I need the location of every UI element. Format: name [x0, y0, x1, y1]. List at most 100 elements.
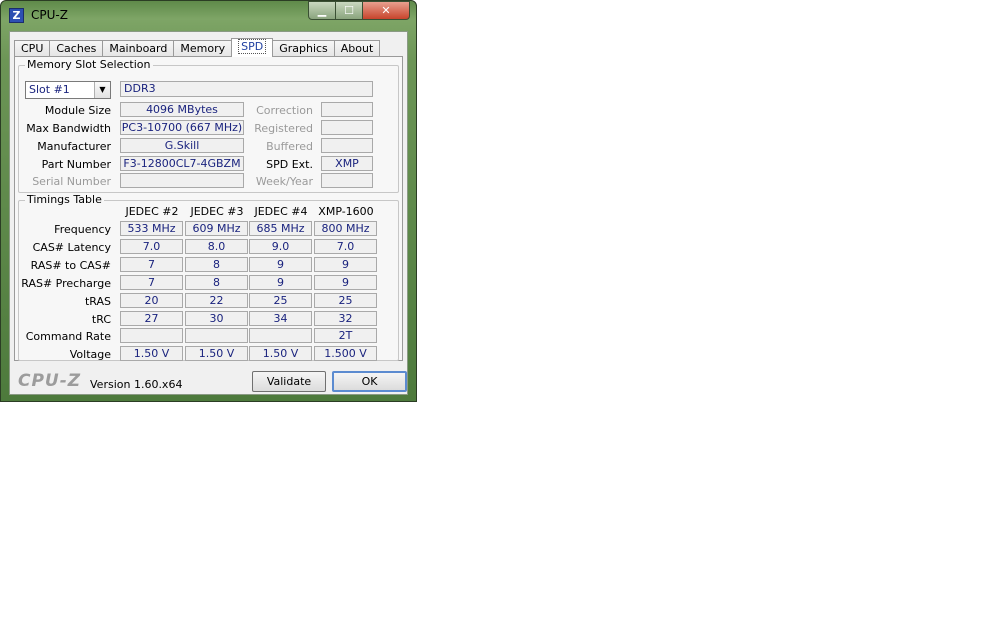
caption-buttons: ▁ ☐ ✕ [308, 1, 410, 20]
timings-cell: 9 [314, 275, 377, 290]
tab-strip: CPU Caches Mainboard Memory SPD Graphics… [14, 38, 381, 57]
timings-column-header: JEDEC #2 [125, 205, 179, 218]
timings-cell [249, 328, 312, 343]
memory-type-field: DDR3 [120, 81, 373, 97]
cpuz-logo: CPU-Z [18, 371, 82, 391]
timings-cell: 7 [120, 275, 183, 290]
title-bar[interactable]: Z CPU-Z ▁ ☐ ✕ [1, 1, 416, 29]
registered-label: Registered [254, 122, 313, 135]
chevron-down-icon[interactable]: ▼ [94, 82, 110, 98]
timings-column-header: JEDEC #4 [254, 205, 308, 218]
timings-row-label: Command Rate [25, 330, 111, 343]
timings-cell: 34 [249, 311, 312, 326]
tab-spd[interactable]: SPD [231, 38, 274, 57]
timings-cell: 9 [249, 257, 312, 272]
timings-cell: 8 [185, 257, 248, 272]
spd-ext-label: SPD Ext. [266, 158, 313, 171]
max-bandwidth-label: Max Bandwidth [26, 122, 111, 135]
registered-value [321, 120, 373, 135]
timings-row-label: CAS# Latency [32, 241, 111, 254]
buffered-label: Buffered [266, 140, 313, 153]
cpuz-window: Z CPU-Z ▁ ☐ ✕ CPU Caches Mainboard Memor… [0, 0, 417, 402]
cpuz-app-icon[interactable]: Z [9, 8, 24, 23]
timings-cell: 8.0 [185, 239, 248, 254]
week-year-label: Week/Year [255, 175, 313, 188]
timings-row-label: tRC [91, 313, 111, 326]
client-area: CPU Caches Mainboard Memory SPD Graphics… [9, 31, 408, 395]
timings-row-label: RAS# to CAS# [30, 259, 111, 272]
tab-label: Memory [180, 42, 226, 55]
manufacturer-value: G.Skill [120, 138, 244, 153]
timings-cell: 7 [120, 257, 183, 272]
version-label: Version 1.60.x64 [90, 378, 183, 391]
timings-row-label: RAS# Precharge [21, 277, 111, 290]
timings-row-label: Frequency [54, 223, 111, 236]
tab-label: CPU [21, 42, 44, 55]
validate-button[interactable]: Validate [252, 371, 326, 392]
timings-cell: 9 [314, 257, 377, 272]
tab-label: About [340, 42, 374, 55]
tab-mainboard[interactable]: Mainboard [102, 40, 175, 57]
timings-cell: 8 [185, 275, 248, 290]
max-bandwidth-value: PC3-10700 (667 MHz) [120, 120, 244, 135]
timings-cell: 25 [249, 293, 312, 308]
timings-cell: 30 [185, 311, 248, 326]
close-icon: ✕ [381, 4, 391, 17]
tab-label: SPD [238, 39, 267, 54]
timings-column-header: XMP-1600 [318, 205, 374, 218]
timings-cell: 1.50 V [120, 346, 183, 361]
timings-cell: 1.500 V [314, 346, 377, 361]
timings-cell: 800 MHz [314, 221, 377, 236]
minimize-button[interactable]: ▁ [308, 1, 336, 20]
group-title: Timings Table [25, 193, 104, 206]
group-title: Memory Slot Selection [25, 58, 153, 71]
minimize-icon: ▁ [317, 4, 327, 17]
tab-graphics[interactable]: Graphics [272, 40, 335, 57]
timings-row-label: Voltage [69, 348, 111, 361]
manufacturer-label: Manufacturer [37, 140, 111, 153]
slot-select[interactable]: Slot #1 ▼ [25, 81, 111, 99]
spd-tab-pane: Memory Slot Selection Slot #1 ▼ DDR3 Mod… [14, 56, 403, 361]
correction-label: Correction [256, 104, 313, 117]
part-number-label: Part Number [41, 158, 111, 171]
spd-ext-value: XMP [321, 156, 373, 171]
timings-cell: 22 [185, 293, 248, 308]
timings-column-header: JEDEC #3 [190, 205, 244, 218]
timings-cell: 9 [249, 275, 312, 290]
correction-value [321, 102, 373, 117]
maximize-button[interactable]: ☐ [336, 1, 363, 20]
tab-about[interactable]: About [333, 40, 381, 57]
timings-cell: 533 MHz [120, 221, 183, 236]
tab-label: Caches [56, 42, 97, 55]
timings-cell: 20 [120, 293, 183, 308]
maximize-icon: ☐ [344, 4, 354, 17]
timings-cell: 27 [120, 311, 183, 326]
memory-slot-group: Memory Slot Selection Slot #1 ▼ DDR3 Mod… [18, 58, 399, 193]
close-button[interactable]: ✕ [363, 1, 410, 20]
part-number-value: F3-12800CL7-4GBZM [120, 156, 244, 171]
serial-number-label: Serial Number [32, 175, 111, 188]
timings-cell: 7.0 [314, 239, 377, 254]
timings-table-group: Timings Table JEDEC #2 JEDEC #3 JEDEC #4… [18, 193, 399, 361]
timings-cell: 2T [314, 328, 377, 343]
timings-cell: 25 [314, 293, 377, 308]
timings-cell: 685 MHz [249, 221, 312, 236]
ok-button[interactable]: OK [332, 371, 407, 392]
timings-cell: 7.0 [120, 239, 183, 254]
module-size-value: 4096 MBytes [120, 102, 244, 117]
tab-caches[interactable]: Caches [49, 40, 104, 57]
timings-cell: 9.0 [249, 239, 312, 254]
timings-cell: 1.50 V [249, 346, 312, 361]
serial-number-value [120, 173, 244, 188]
window-title: CPU-Z [31, 8, 68, 22]
timings-cell: 609 MHz [185, 221, 248, 236]
tab-memory[interactable]: Memory [173, 40, 233, 57]
timings-cell: 1.50 V [185, 346, 248, 361]
slot-select-value: Slot #1 [29, 83, 70, 96]
timings-cell [120, 328, 183, 343]
timings-cell: 32 [314, 311, 377, 326]
tab-label: Graphics [279, 42, 328, 55]
buffered-value [321, 138, 373, 153]
tab-cpu[interactable]: CPU [14, 40, 51, 57]
week-year-value [321, 173, 373, 188]
